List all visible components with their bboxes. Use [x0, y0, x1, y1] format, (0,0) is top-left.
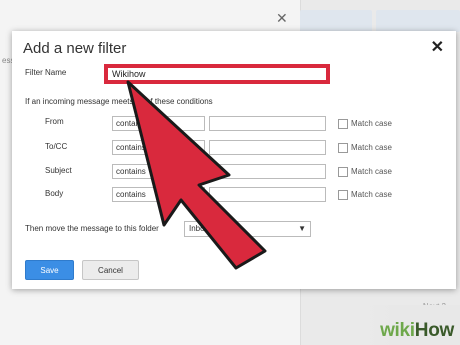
condition-label-from: From — [45, 117, 64, 126]
folder-select[interactable]: Inbox ▼ — [184, 221, 311, 237]
move-to-folder-label: Then move the message to this folder — [25, 224, 159, 233]
wikihow-logo: wikiHow — [380, 320, 454, 342]
subject-operator-select[interactable]: contains — [112, 164, 205, 179]
logo-part-how: How — [414, 320, 455, 341]
chevron-down-icon: ▼ — [298, 224, 306, 233]
tocc-match-case-checkbox[interactable] — [338, 143, 348, 153]
subject-value-input[interactable] — [209, 164, 326, 179]
subject-match-case-checkbox[interactable] — [338, 167, 348, 177]
condition-label-tocc: To/CC — [45, 142, 68, 151]
filter-name-label: Filter Name — [25, 68, 67, 77]
body-match-case-label: Match case — [351, 190, 392, 199]
background-tab — [300, 10, 372, 32]
add-filter-dialog: Add a new filter ✕ Filter Name Wikihow I… — [12, 31, 456, 289]
background-tab — [376, 10, 460, 32]
subject-match-case-label: Match case — [351, 167, 392, 176]
save-button[interactable]: Save — [25, 260, 74, 280]
body-match-case-checkbox[interactable] — [338, 190, 348, 200]
from-value-input[interactable] — [209, 116, 326, 131]
conditions-intro-label: If an incoming message meets all of thes… — [25, 97, 213, 106]
dialog-title: Add a new filter — [23, 40, 127, 57]
background-tabs — [300, 10, 460, 32]
from-match-case-checkbox[interactable] — [338, 119, 348, 129]
body-operator-select[interactable]: contains — [112, 187, 205, 202]
tocc-operator-select[interactable]: contains — [112, 140, 205, 155]
tocc-match-case-label: Match case — [351, 143, 392, 152]
background-close-icon[interactable]: ✕ — [276, 10, 288, 27]
condition-label-body: Body — [45, 189, 64, 198]
from-operator-select[interactable]: contains — [112, 116, 205, 131]
folder-select-value: Inbox — [189, 224, 209, 233]
cancel-button[interactable]: Cancel — [82, 260, 139, 280]
close-icon[interactable]: ✕ — [431, 37, 444, 57]
filter-name-input[interactable]: Wikihow — [104, 64, 330, 84]
body-value-input[interactable] — [209, 187, 326, 202]
tocc-value-input[interactable] — [209, 140, 326, 155]
condition-label-subject: Subject — [45, 166, 72, 175]
from-match-case-label: Match case — [351, 119, 392, 128]
logo-part-wiki: wiki — [380, 320, 415, 341]
